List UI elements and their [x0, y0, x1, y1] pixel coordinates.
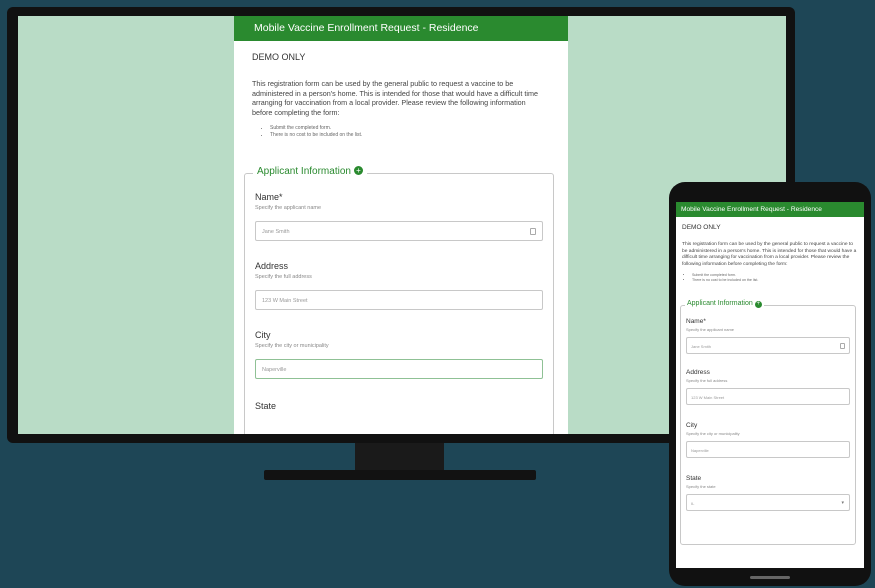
- address-label: Address: [255, 261, 289, 272]
- mobile-demo-notice: DEMO ONLY: [682, 224, 721, 231]
- section-title: Applicant Information: [257, 166, 351, 178]
- mobile-city-hint: Specify the city or municipality: [686, 431, 740, 437]
- mobile-section-title: Applicant Information: [687, 300, 753, 308]
- city-hint: Specify the city or municipality: [255, 343, 329, 350]
- mobile-address-label: Address: [686, 369, 710, 377]
- monitor-stand-base: [264, 470, 536, 480]
- city-value: Naperville: [262, 367, 287, 374]
- mobile-city-value: Naperville: [691, 448, 709, 454]
- desktop-form-page: Mobile Vaccine Enrollment Request - Resi…: [234, 16, 568, 434]
- mobile-phone: Mobile Vaccine Enrollment Request - Resi…: [669, 182, 871, 586]
- city-input[interactable]: Naperville: [255, 359, 543, 380]
- contact-card-icon: [840, 343, 845, 350]
- mobile-state-select[interactable]: IL ▾: [686, 494, 850, 512]
- mobile-bullet-list: Submit the completed form. There is no c…: [692, 273, 858, 283]
- mobile-section-header[interactable]: Applicant Information +: [685, 300, 764, 309]
- mobile-bullet-item: There is no cost to be included on the l…: [692, 278, 858, 283]
- address-input[interactable]: 123 W Main Street: [255, 290, 543, 311]
- mobile-state-value: IL: [691, 501, 695, 507]
- bullet-item: Submit the completed form.: [270, 125, 550, 132]
- mobile-city-input[interactable]: Naperville: [686, 441, 850, 459]
- state-label: State: [255, 401, 277, 412]
- mobile-form-intro: This registration form can be used by th…: [682, 242, 857, 267]
- mobile-name-label: Name*: [686, 318, 706, 326]
- mobile-name-value: Jane Smith: [691, 344, 712, 350]
- monitor-stand-neck: [355, 443, 444, 473]
- name-label: Name*: [255, 192, 283, 203]
- mobile-address-hint: Specify the full address: [686, 378, 728, 384]
- section-header[interactable]: Applicant Information +: [253, 166, 367, 178]
- contact-card-icon: [530, 228, 536, 236]
- mobile-city-label: City: [686, 422, 698, 430]
- city-label: City: [255, 330, 271, 341]
- form-intro: This registration form can be used by th…: [252, 79, 538, 117]
- applicant-section: Applicant Information + Name* Specify the…: [244, 166, 554, 434]
- mobile-state-label: State: [686, 475, 702, 483]
- mobile-address-input[interactable]: 123 W Main Street: [686, 388, 850, 406]
- home-indicator: [750, 576, 790, 579]
- name-input[interactable]: Jane Smith: [255, 221, 543, 242]
- plus-circle-icon[interactable]: +: [754, 301, 762, 309]
- address-value: 123 W Main Street: [262, 298, 308, 305]
- demo-notice: DEMO ONLY: [252, 52, 306, 62]
- mobile-name-hint: Specify the applicant name: [686, 327, 735, 333]
- chevron-down-icon: ▾: [841, 500, 844, 507]
- phone-screen: Mobile Vaccine Enrollment Request - Resi…: [676, 202, 864, 568]
- form-title: Mobile Vaccine Enrollment Request - Resi…: [234, 16, 568, 41]
- name-hint: Specify the applicant name: [255, 205, 322, 212]
- mobile-address-value: 123 W Main Street: [691, 395, 725, 401]
- bullet-list: Submit the completed form. There is no c…: [270, 125, 550, 139]
- bullet-item: There is no cost to be included on the l…: [270, 132, 550, 139]
- plus-circle-icon[interactable]: +: [353, 166, 363, 176]
- mobile-form-title: Mobile Vaccine Enrollment Request - Resi…: [676, 202, 864, 217]
- mobile-state-hint: Specify the state: [686, 484, 716, 490]
- mobile-applicant-section: Applicant Information + Name* Specify the…: [680, 300, 856, 546]
- address-hint: Specify the full address: [255, 274, 312, 281]
- mobile-name-input[interactable]: Jane Smith: [686, 337, 850, 355]
- name-value: Jane Smith: [262, 229, 290, 236]
